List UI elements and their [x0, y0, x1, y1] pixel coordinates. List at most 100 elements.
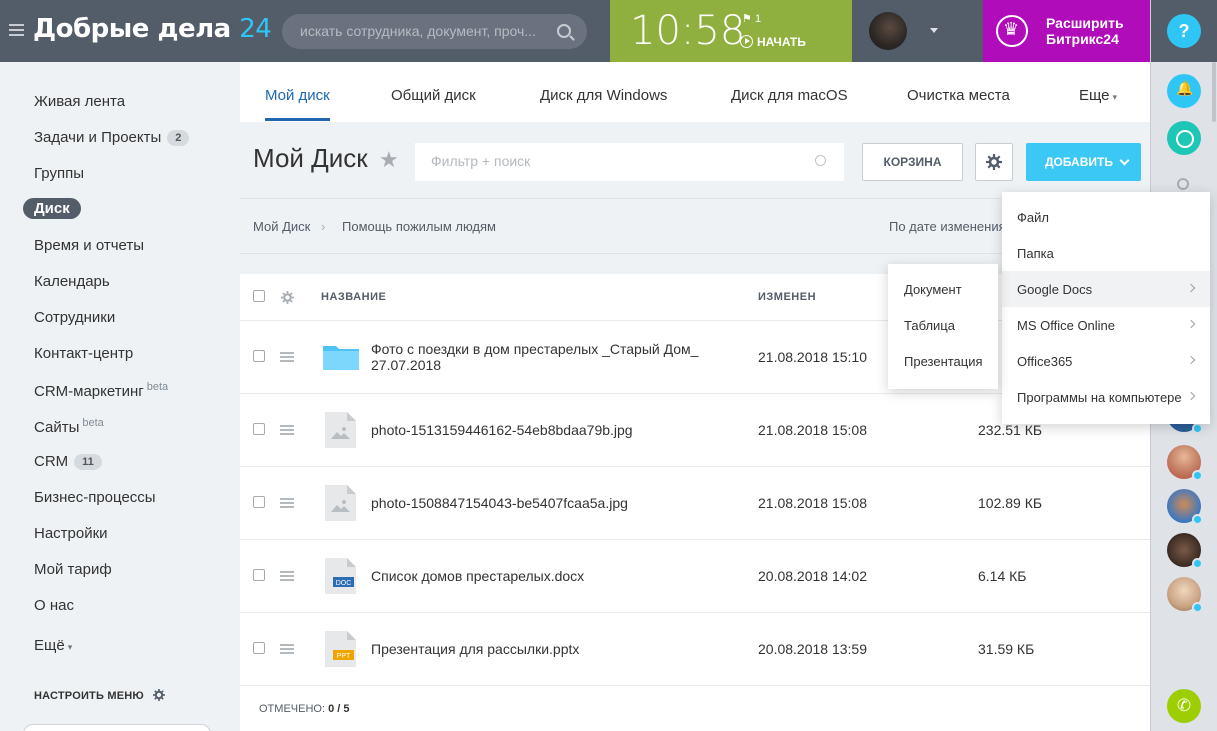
tab-disk-windows[interactable]: Диск для Windows: [540, 87, 667, 104]
counter-badge: 2: [167, 130, 190, 146]
row-checkbox[interactable]: [253, 569, 265, 581]
file-size: 232.51 КБ: [978, 422, 1043, 438]
menu-item-disk[interactable]: Диск: [23, 198, 81, 219]
star-icon[interactable]: ★: [379, 148, 399, 173]
menu-item-groups[interactable]: Группы: [34, 165, 84, 182]
menu-burger-icon[interactable]: [9, 24, 24, 39]
add-button[interactable]: ДОБАВИТЬ: [1026, 143, 1141, 181]
menu-item-time-reports[interactable]: Время и отчеты: [34, 237, 144, 254]
chevron-right-icon: [1186, 319, 1196, 329]
scrollbar[interactable]: [1212, 62, 1216, 122]
submenu-spreadsheet[interactable]: Таблица: [904, 318, 955, 333]
chevron-down-icon: [1119, 155, 1130, 166]
table-row[interactable]: PPT Презентация для рассылки.pptx 20.08.…: [240, 613, 1150, 686]
chat-icon[interactable]: [1167, 121, 1201, 155]
menu-item-sites[interactable]: Сайты beta: [34, 417, 104, 436]
help-button[interactable]: ?: [1167, 14, 1201, 48]
file-name[interactable]: photo-1508847154043-be5407fcaa5a.jpg: [371, 495, 628, 511]
search-icon[interactable]: [557, 24, 571, 38]
breadcrumb-current[interactable]: Помощь пожилым людям: [342, 219, 496, 234]
menu-item-employees[interactable]: Сотрудники: [34, 309, 115, 326]
drag-handle-icon[interactable]: [280, 498, 294, 510]
file-name[interactable]: Презентация для рассылки.pptx: [371, 641, 579, 657]
user-avatar[interactable]: [869, 12, 907, 50]
start-workday-button[interactable]: НАЧАТЬ: [740, 35, 806, 49]
menu-item-more[interactable]: Ещё ▾: [34, 637, 72, 654]
contact-avatar[interactable]: [1167, 577, 1203, 613]
settings-button[interactable]: [975, 143, 1013, 181]
google-docs-submenu: Документ Таблица Презентация: [888, 264, 998, 389]
row-checkbox[interactable]: [253, 642, 265, 654]
menu-item-crm[interactable]: CRM 11: [34, 453, 102, 470]
add-menu-google-docs[interactable]: Google Docs: [1002, 271, 1210, 307]
drag-handle-icon[interactable]: [280, 571, 294, 583]
menu-item-contact-center[interactable]: Контакт-центр: [34, 345, 133, 362]
caret-down-icon: ▾: [67, 642, 73, 652]
top-header: Добрые дела 24 искать сотрудника, докуме…: [0, 0, 1150, 62]
menu-item-crm-marketing[interactable]: CRM-маркетинг beta: [34, 381, 168, 400]
add-menu-office365[interactable]: Office365: [1002, 343, 1210, 379]
chevron-right-icon: [1186, 283, 1196, 293]
contact-avatar[interactable]: [1167, 533, 1203, 569]
breadcrumb-root[interactable]: Мой Диск: [253, 219, 310, 234]
flag-counter: ⚑ 1: [742, 13, 762, 25]
drag-handle-icon[interactable]: [280, 644, 294, 656]
add-menu-folder[interactable]: Папка: [1002, 235, 1210, 271]
search-icon[interactable]: [1177, 178, 1189, 190]
sort-selector[interactable]: По дате изменения: [889, 219, 1006, 234]
phone-icon[interactable]: ✆: [1167, 689, 1201, 723]
work-time-widget[interactable]: 10:58 ⚑ 1 НАЧАТЬ: [610, 0, 852, 62]
row-checkbox[interactable]: [253, 423, 265, 435]
search-icon: [815, 155, 826, 166]
submenu-presentation[interactable]: Презентация: [904, 354, 983, 369]
menu-item-about[interactable]: О нас: [34, 597, 74, 614]
file-name[interactable]: Фото с поездки в дом престарелых _Старый…: [371, 341, 716, 373]
notifications-icon[interactable]: [1167, 74, 1201, 108]
tab-cleanup[interactable]: Очистка места: [907, 87, 1010, 104]
add-menu-desktop-apps[interactable]: Программы на компьютере: [1002, 379, 1210, 415]
svg-text:DOC: DOC: [336, 580, 352, 587]
column-header-name[interactable]: НАЗВАНИЕ: [321, 291, 386, 303]
menu-item-settings[interactable]: Настройки: [34, 525, 108, 542]
menu-item-tasks[interactable]: Задачи и Проекты 2: [34, 129, 190, 146]
filter-search-input[interactable]: Фильтр + поиск: [415, 143, 844, 181]
contact-avatar[interactable]: [1167, 489, 1203, 525]
table-row[interactable]: photo-1508847154043-be5407fcaa5a.jpg 21.…: [240, 467, 1150, 540]
submenu-document[interactable]: Документ: [904, 282, 962, 297]
tab-shared-disk[interactable]: Общий диск: [391, 87, 476, 104]
drag-handle-icon[interactable]: [280, 352, 294, 364]
portal-logo[interactable]: Добрые дела 24: [33, 14, 272, 44]
menu-item-business-processes[interactable]: Бизнес-процессы: [34, 489, 156, 506]
add-menu-file[interactable]: Файл: [1002, 199, 1210, 235]
file-name[interactable]: Список домов престарелых.docx: [371, 568, 584, 584]
file-name[interactable]: photo-1513159446162-54eb8bdaa79b.jpg: [371, 422, 633, 438]
menu-item-calendar[interactable]: Календарь: [34, 273, 110, 290]
global-search-input[interactable]: искать сотрудника, документ, проч...: [282, 14, 587, 49]
folder-icon: [323, 346, 359, 370]
disk-tabs: Мой диск Общий диск Диск для Windows Дис…: [240, 62, 1150, 122]
trash-button[interactable]: КОРЗИНА: [862, 143, 963, 181]
page-title: Мой Диск: [253, 143, 368, 173]
left-menu-bottom-field[interactable]: [23, 724, 211, 731]
tab-more[interactable]: Еще ▾: [1079, 87, 1117, 104]
row-checkbox[interactable]: [253, 496, 265, 508]
select-all-checkbox[interactable]: [253, 290, 265, 302]
configure-menu-button[interactable]: НАСТРОИТЬ МЕНЮ: [34, 689, 166, 702]
table-row[interactable]: DOC Список домов престарелых.docx 20.08.…: [240, 540, 1150, 613]
chevron-down-icon[interactable]: [930, 28, 938, 33]
docx-file-icon: DOC: [325, 558, 356, 594]
row-checkbox[interactable]: [253, 350, 265, 362]
crown-icon: [996, 15, 1028, 47]
tab-my-disk[interactable]: Мой диск: [265, 87, 330, 121]
upgrade-button[interactable]: Расширить Битрикс24: [983, 0, 1150, 62]
gear-icon[interactable]: [281, 291, 294, 304]
tab-disk-macos[interactable]: Диск для macOS: [731, 87, 848, 104]
file-date: 21.08.2018 15:08: [758, 495, 867, 511]
add-menu-ms-office-online[interactable]: MS Office Online: [1002, 307, 1210, 343]
drag-handle-icon[interactable]: [280, 425, 294, 437]
contact-avatar[interactable]: [1167, 445, 1203, 481]
menu-item-feed[interactable]: Живая лента: [34, 93, 125, 110]
menu-item-my-plan[interactable]: Мой тариф: [34, 561, 112, 578]
column-header-modified[interactable]: ИЗМЕНЕН: [758, 291, 816, 303]
file-date: 20.08.2018 13:59: [758, 641, 867, 657]
